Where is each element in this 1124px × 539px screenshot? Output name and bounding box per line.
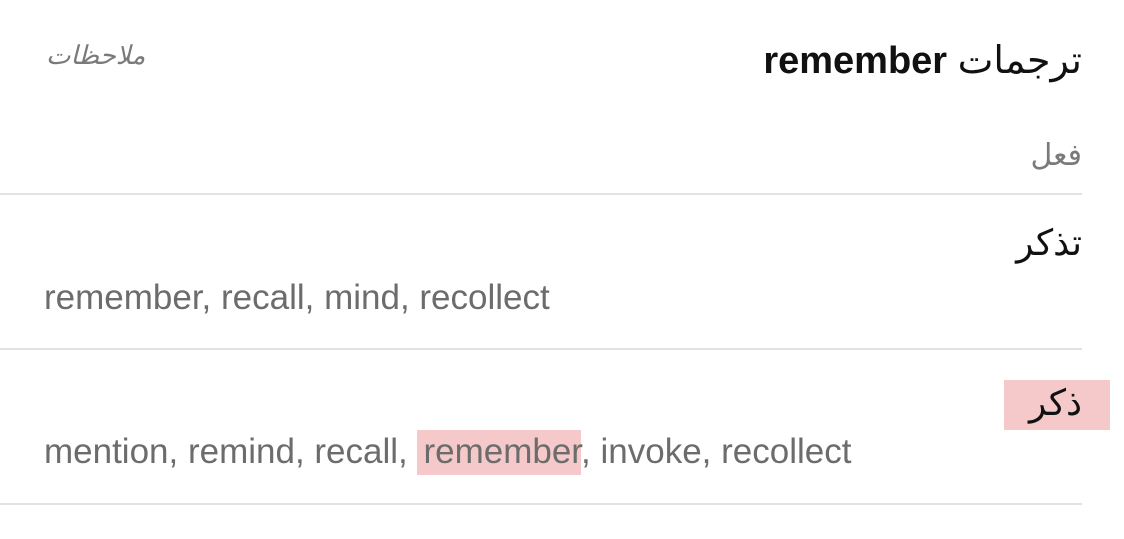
translation-synonyms: remember, recall, mind, recollect [44,278,550,317]
translation-term[interactable]: ذكر [1029,382,1082,424]
translation-term[interactable]: تذكر [1016,222,1082,264]
part-of-speech-label: فعل [1030,139,1082,172]
notes-link[interactable]: ملاحظات [46,40,145,71]
divider [0,503,1082,505]
highlighted-synonym: remember [417,430,582,475]
page-title: ترجمات remember [763,38,1082,83]
synonyms-after: , invoke, recollect [581,432,852,471]
divider [0,193,1082,195]
synonyms-before: mention, remind, recall, [44,432,418,471]
divider [0,348,1082,350]
title-prefix: ترجمات [957,40,1082,82]
title-word: remember [763,40,948,82]
translation-synonyms: mention, remind, recall, remember, invok… [44,430,852,475]
